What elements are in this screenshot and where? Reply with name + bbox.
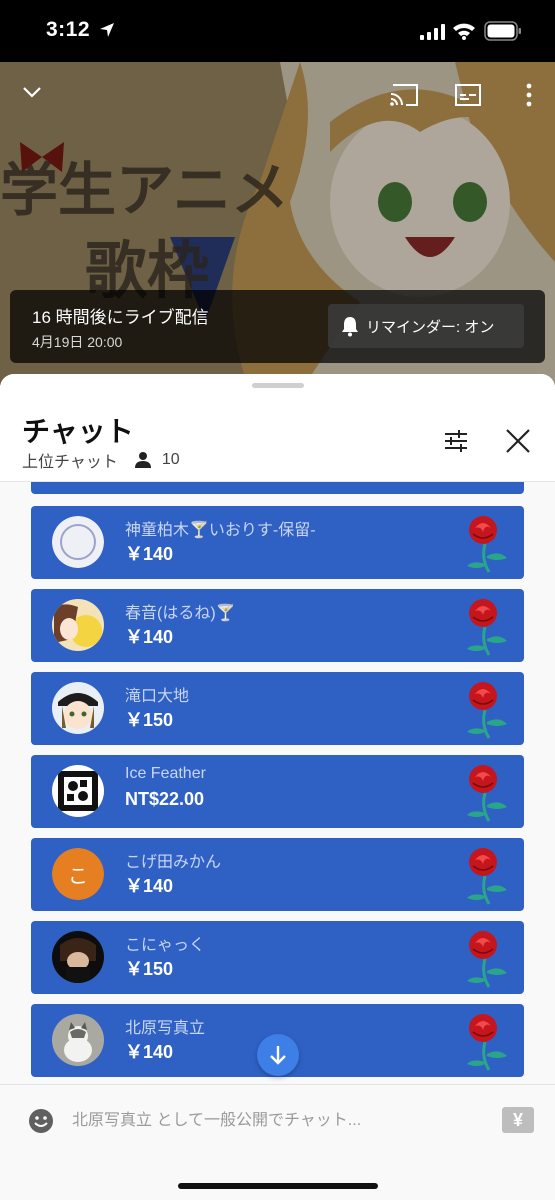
anime-girl-avatar[interactable] [52, 599, 104, 651]
wifi-icon [453, 23, 475, 40]
chat-panel: チャット 上位チャット 10 神童柏木🍸いおりす-保留- ￥140 春音(はるね… [0, 374, 555, 1200]
superchat-amount: ￥140 [125, 627, 174, 647]
drag-handle[interactable] [252, 383, 304, 388]
superchat-amount: ￥140 [125, 1042, 174, 1062]
superchat-amount: ￥150 [125, 959, 174, 979]
rose-sticker-icon [459, 597, 515, 657]
rose-sticker-icon [459, 763, 515, 823]
location-arrow-icon [100, 23, 114, 37]
sender-name: 神童柏木🍸いおりす-保留- [125, 522, 316, 539]
emblem-avatar[interactable] [52, 516, 104, 568]
partial-superchat-card [31, 482, 524, 494]
live-countdown-text: 16 時間後にライブ配信 [32, 308, 209, 327]
cap-girl-avatar[interactable] [52, 682, 104, 734]
superchat-amount: ￥140 [125, 544, 174, 564]
chat-message-input[interactable] [72, 1105, 482, 1137]
upcoming-live-banner: 16 時間後にライブ配信 4月19日 20:00 リマインダー: オン [10, 290, 545, 363]
video-player[interactable]: 学生アニメ 歌枠 16 時間後にライブ配信 4月19日 20:00 リマインダー… [0, 62, 555, 392]
superchat-card[interactable]: こ こげ田みかん ￥140 [31, 838, 524, 911]
filter-settings-icon[interactable] [441, 426, 471, 456]
superchat-card[interactable]: 春音(はるね)🍸 ￥140 [31, 589, 524, 662]
status-time: 3:12 [46, 18, 91, 41]
dark-hair-avatar[interactable] [52, 931, 104, 983]
rose-sticker-icon [459, 846, 515, 906]
viewer-count: 10 [161, 451, 180, 468]
letter-avatar[interactable]: こ [52, 848, 104, 900]
superchat-amount: ￥140 [125, 876, 174, 896]
sender-name: こげ田みかん [125, 854, 222, 871]
sender-name: 春音(はるね)🍸 [125, 605, 236, 622]
status-bar: 3:12 [0, 0, 555, 62]
rose-sticker-icon [459, 514, 515, 574]
superchat-amount: NT$22.00 [125, 789, 205, 809]
chat-title: チャット [22, 416, 134, 447]
home-indicator [178, 1183, 378, 1189]
superchat-card[interactable]: 神童柏木🍸いおりす-保留- ￥140 [31, 506, 524, 579]
sender-name: こにゃっく [125, 937, 206, 954]
close-icon[interactable] [503, 426, 533, 456]
superchat-card[interactable]: こにゃっく ￥150 [31, 921, 524, 994]
chat-input-bar: ¥ [0, 1084, 555, 1200]
captions-icon[interactable] [454, 82, 482, 108]
reminder-button[interactable]: リマインダー: オン [328, 304, 524, 348]
person-icon [134, 452, 151, 468]
rose-sticker-icon [459, 1012, 515, 1072]
cellular-signal-icon [420, 24, 445, 40]
battery-icon [484, 21, 521, 41]
reminder-label: リマインダー: オン [366, 318, 495, 336]
cat-avatar[interactable] [52, 1014, 104, 1066]
chat-mode-label: 上位チャット [22, 454, 118, 471]
more-options-icon[interactable] [520, 80, 538, 110]
rose-sticker-icon [459, 680, 515, 740]
superchat-card[interactable]: 滝口大地 ￥150 [31, 672, 524, 745]
rose-sticker-icon [459, 929, 515, 989]
emoji-icon[interactable] [28, 1108, 54, 1134]
live-date-text: 4月19日 20:00 [32, 334, 123, 350]
chat-message-list[interactable]: 神童柏木🍸いおりす-保留- ￥140 春音(はるね)🍸 ￥140 滝口大地 ￥1… [0, 482, 555, 1084]
super-chat-button[interactable]: ¥ [502, 1107, 534, 1133]
letter-avatar-initial: こ [52, 848, 104, 900]
sender-name: 滝口大地 [125, 688, 190, 705]
superchat-amount: ￥150 [125, 710, 174, 730]
pattern-avatar[interactable] [52, 765, 104, 817]
superchat-card[interactable]: Ice Feather NT$22.00 [31, 755, 524, 828]
arrow-down-icon [270, 1046, 286, 1065]
chat-mode-selector[interactable]: 上位チャット 10 [22, 448, 180, 472]
sender-name: Ice Feather [125, 765, 206, 782]
chevron-down-icon[interactable] [18, 78, 46, 106]
bell-icon [342, 317, 358, 337]
chat-header: チャット 上位チャット 10 [0, 374, 555, 482]
cast-icon[interactable] [388, 82, 420, 108]
sender-name: 北原写真立 [125, 1020, 206, 1037]
scroll-to-latest-button[interactable] [257, 1034, 299, 1076]
